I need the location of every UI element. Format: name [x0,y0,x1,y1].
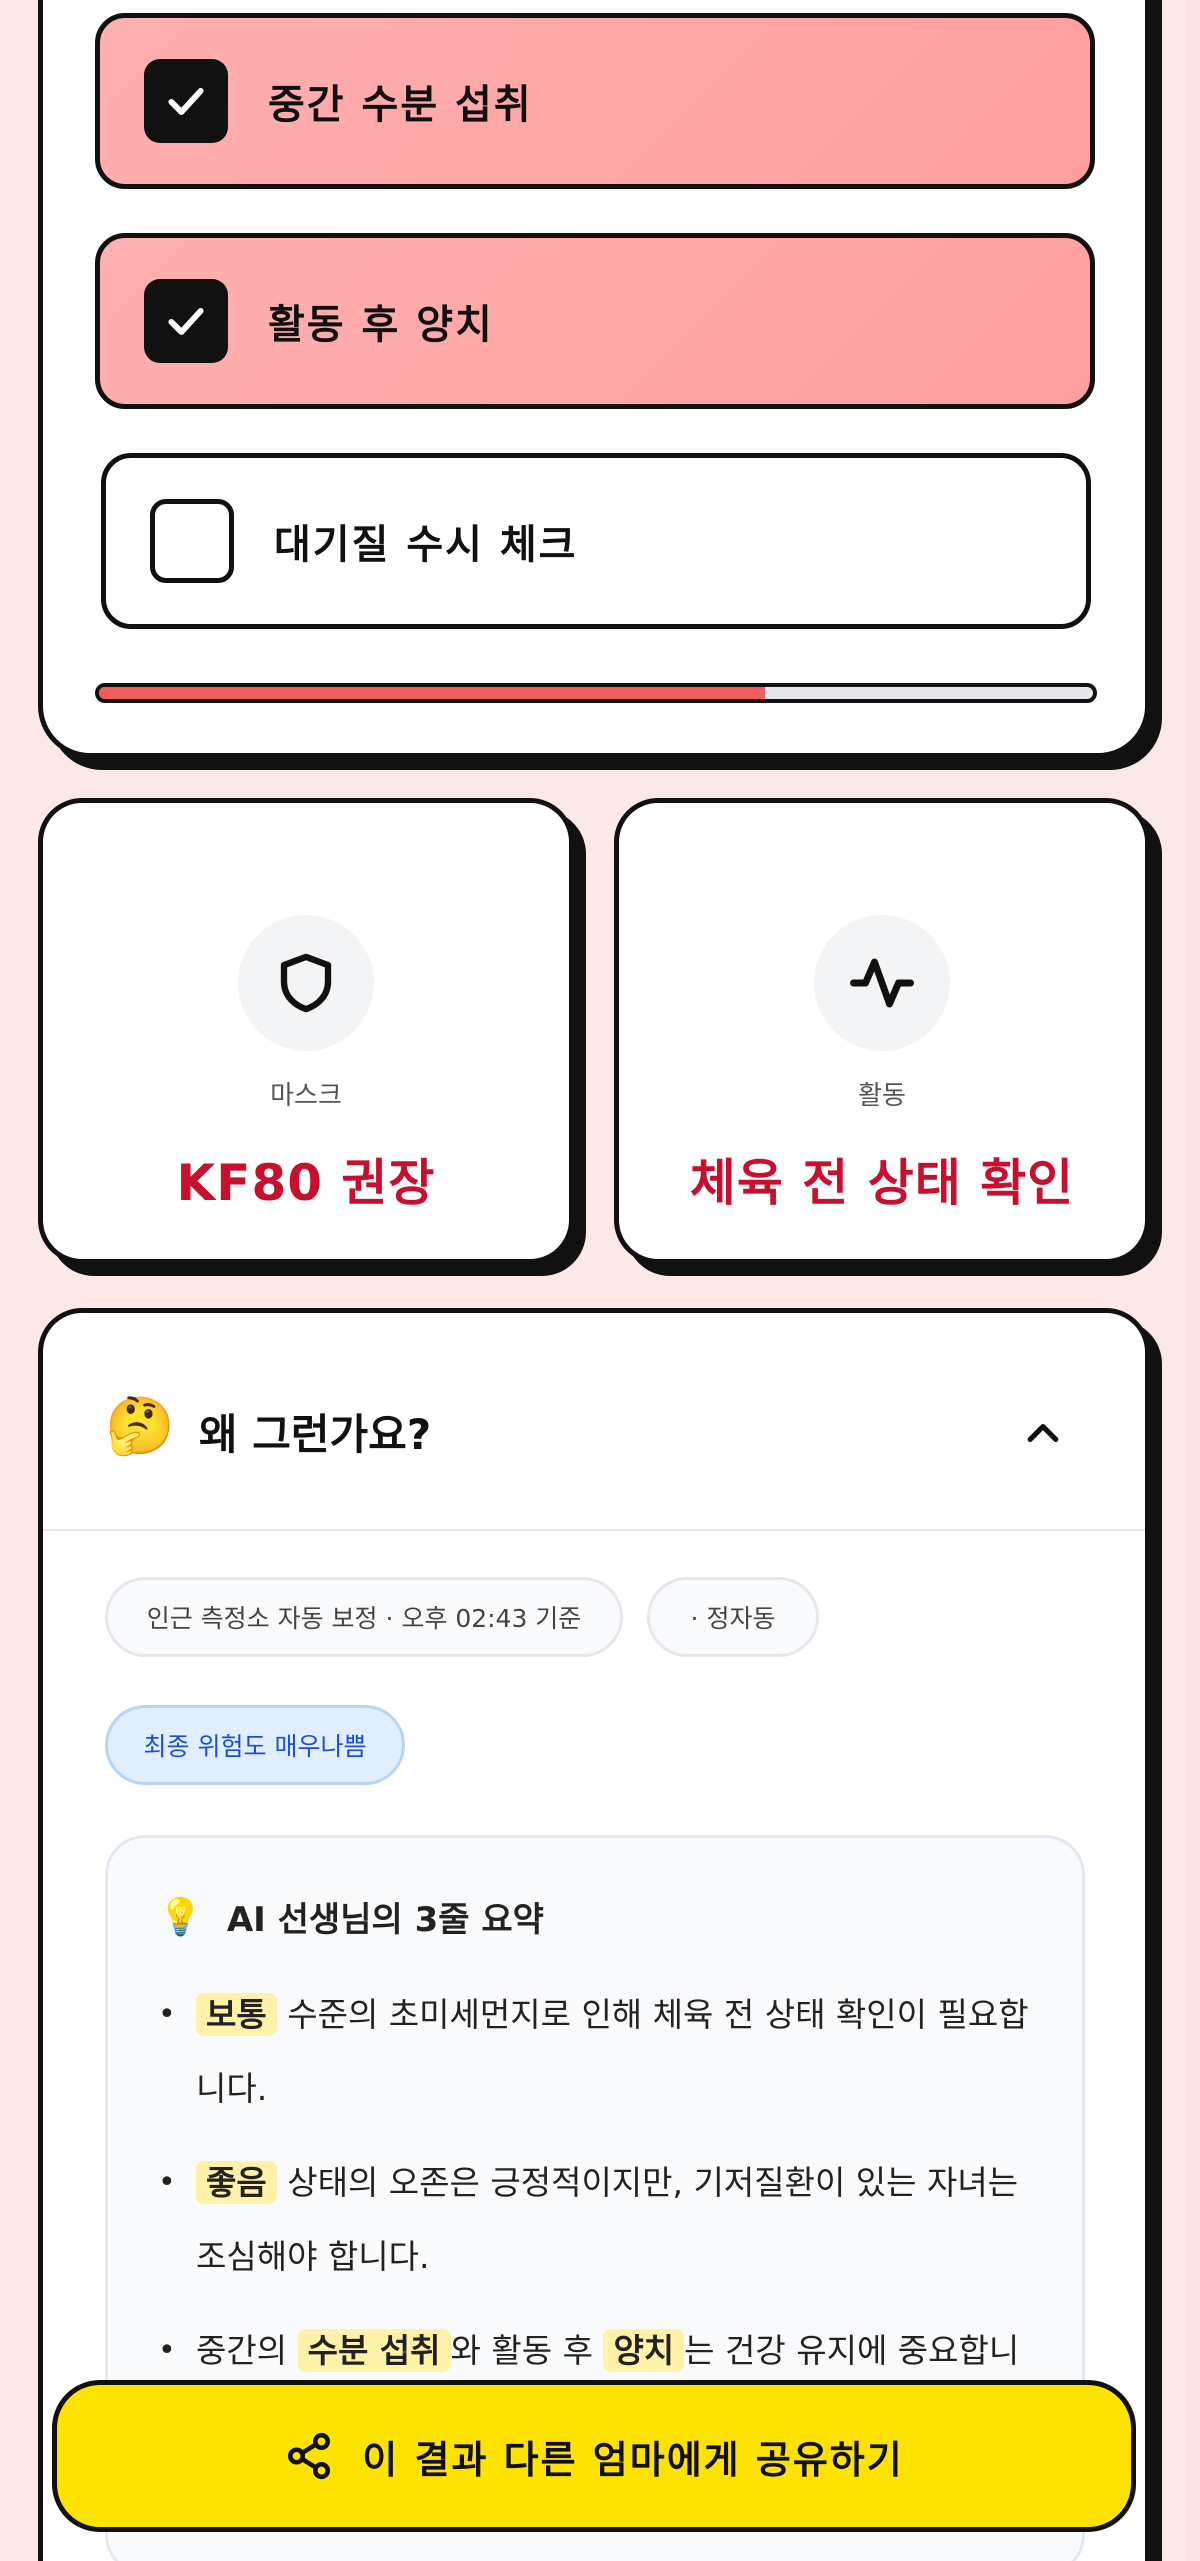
ai-summary-item: 보통 수준의 초미세먼지로 인해 체육 전 상태 확인이 필요합니다. [158,1978,1038,2126]
checklist-item-brush[interactable]: 활동 후 양치 [95,233,1095,409]
checkbox-checked[interactable] [144,279,228,363]
shield-icon [280,953,332,1013]
mask-label: 마스크 [270,1081,342,1111]
ai-summary-title: AI 선생님의 3줄 요약 [226,1900,544,1940]
chevron-up-icon[interactable] [1021,1411,1065,1455]
checklist-item-label: 중간 수분 섭취 [268,82,533,128]
why-accordion-header[interactable]: 🤔 왜 그런가요? [43,1313,1145,1531]
check-icon [168,87,204,115]
activity-label: 활동 [858,1081,906,1111]
why-title: 왜 그런가요? [199,1410,432,1459]
checklist-progress-bar [95,683,1097,703]
checklist-progress-fill [99,687,765,699]
ai-summary-header: 💡 AI 선생님의 3줄 요약 [158,1892,544,1941]
highlight-badge: 좋음 [196,2161,277,2204]
highlight-badge: 양치 [603,2329,685,2372]
risk-chip: 최종 위험도 매우나쁨 [105,1705,405,1785]
checklist-item-label: 활동 후 양치 [268,302,494,348]
share-button[interactable]: 이 결과 다른 엄마에게 공유하기 [52,2380,1136,2532]
page: 중간 수분 섭취 활동 후 양치 대기질 수시 체크 마스크 KF80 권장 활… [0,0,1200,2561]
activity-value: 체육 전 상태 확인 [689,1154,1075,1212]
activity-pulse-icon [850,958,914,1008]
location-chip: · 정자동 [647,1577,819,1657]
checkbox-unchecked[interactable] [150,499,234,583]
mask-icon-wrap [238,915,374,1051]
checklist-item-label: 대기질 수시 체크 [274,522,578,568]
checklist-item-water[interactable]: 중간 수분 섭취 [95,13,1095,189]
highlight-badge: 보통 [196,1993,277,2036]
why-card: 🤔 왜 그런가요? 인근 측정소 자동 보정 · 오후 02:43 기준 · 정… [38,1308,1150,2561]
checklist-item-air[interactable]: 대기질 수시 체크 [101,453,1091,629]
edge-strip [1186,0,1200,2561]
checkbox-checked[interactable] [144,59,228,143]
share-button-label: 이 결과 다른 엄마에게 공유하기 [362,2437,904,2482]
lightbulb-icon: 💡 [158,1896,203,1938]
share-icon [284,2431,334,2481]
thinking-face-icon: 🤔 [105,1394,175,1459]
ai-summary-item: 좋음 상태의 오존은 긍정적이지만, 기저질환이 있는 자녀는 조심해야 합니다… [158,2146,1038,2294]
activity-card: 활동 체육 전 상태 확인 [614,798,1150,1264]
checklist-card: 중간 수분 섭취 활동 후 양치 대기질 수시 체크 [38,0,1150,758]
check-icon [168,307,204,335]
mask-value: KF80 권장 [176,1154,436,1212]
highlight-badge: 수분 섭취 [297,2329,451,2372]
mask-card: 마스크 KF80 권장 [38,798,574,1264]
activity-icon-wrap [814,915,950,1051]
source-chip: 인근 측정소 자동 보정 · 오후 02:43 기준 [105,1577,623,1657]
